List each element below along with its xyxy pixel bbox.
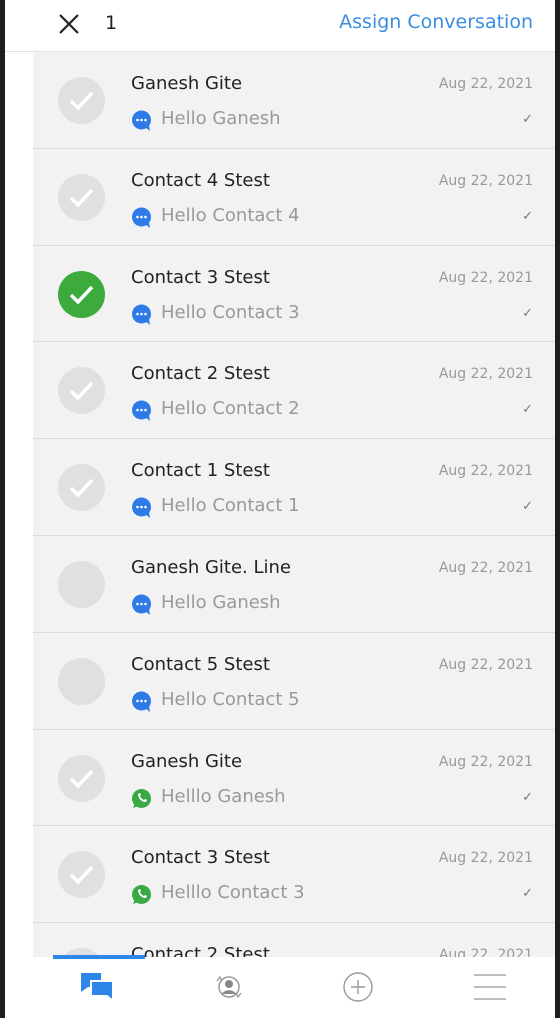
select-checkbox[interactable] [58,464,105,512]
contact-name: Contact 3 Stest [131,847,270,869]
read-tick-icon: ✓ [522,789,533,805]
select-checkbox[interactable] [58,77,105,124]
webchat-icon [132,304,151,325]
conversation-row[interactable]: Contact 5 Stest Aug 22, 2021 Hello Conta… [33,633,555,730]
read-tick-icon: ✓ [522,886,533,902]
contact-name: Ganesh Gite [131,73,243,94]
active-tab-indicator [53,955,145,959]
menu-icon[interactable] [473,971,507,1003]
message-preview: Hello Contact 3 [161,301,300,323]
webchat-icon [132,594,151,615]
conversation-row[interactable]: Ganesh Gite Aug 22, 2021 Hello Ganesh ✓ [33,52,555,149]
contact-name: Ganesh Gite. Line [131,556,292,578]
conversation-list[interactable]: Ganesh Gite Aug 22, 2021 Hello Ganesh ✓ … [33,52,555,957]
webchat-icon [132,400,151,422]
webchat-icon [132,691,151,712]
conversation-row[interactable]: Contact 2 Stest Aug 22, 2021 Hello Conta… [33,342,555,440]
read-tick-icon: ✓ [522,208,533,224]
close-icon[interactable] [57,12,81,36]
check-icon [69,769,94,789]
conversation-date: Aug 22, 2021 [438,947,533,957]
select-checkbox[interactable] [58,173,105,221]
contact-name: Contact 1 Stest [131,460,270,482]
conversation-row[interactable]: Ganesh Gite Aug 22, 2021 Helllo Ganesh ✓ [33,730,555,827]
selected-count: 1 [105,12,118,34]
message-preview: Helllo Ganesh [161,785,286,807]
app: 1 Assign Conversation Ganesh Gite Aug 22… [5,0,555,1018]
webchat-icon [132,497,151,519]
read-tick-icon: ✓ [522,305,533,321]
message-preview: Hello Contact 5 [161,688,300,710]
conversation-row[interactable]: Contact 1 Stest Aug 22, 2021 Hello Conta… [33,439,555,536]
conversation-date: Aug 22, 2021 [438,172,533,189]
message-preview: Hello Ganesh [161,591,281,613]
contact-name: Contact 2 Stest [131,944,270,957]
conversation-row[interactable]: Contact 3 Stest Aug 22, 2021 Hello Conta… [33,246,555,343]
read-tick-icon: ✓ [522,499,533,515]
contact-name: Contact 5 Stest [131,653,270,675]
check-icon [69,285,94,305]
check-icon [69,91,94,111]
whatsapp-icon [132,788,151,808]
conversation-date: Aug 22, 2021 [438,753,533,770]
check-icon [69,188,94,208]
select-checkbox[interactable] [58,270,105,318]
conversations-icon[interactable] [79,971,115,1003]
webchat-icon [132,207,151,228]
conversation-date: Aug 22, 2021 [438,76,533,92]
conversation-date: Aug 22, 2021 [438,850,533,867]
bottom-nav [5,955,555,1018]
select-checkbox[interactable] [58,754,105,802]
select-checkbox[interactable] [58,560,105,608]
add-circle-icon[interactable] [342,971,374,1003]
select-checkbox[interactable] [58,851,105,899]
assign-conversation-button[interactable]: Assign Conversation [339,11,533,33]
check-icon [69,866,94,885]
conversation-row[interactable]: Contact 3 Stest Aug 22, 2021 Helllo Cont… [33,826,555,924]
message-preview: Helllo Contact 3 [161,882,305,904]
contact-name: Contact 2 Stest [131,363,270,385]
conversation-row[interactable]: Contact 2 Stest Aug 22, 2021 [33,923,555,957]
read-tick-icon: ✓ [522,402,533,418]
message-preview: Hello Contact 4 [161,204,300,226]
conversation-date: Aug 22, 2021 [438,559,533,576]
conversation-row[interactable]: Contact 4 Stest Aug 22, 2021 Hello Conta… [33,149,555,246]
select-checkbox[interactable] [58,367,105,415]
select-checkbox[interactable] [58,657,105,705]
conversation-date: Aug 22, 2021 [438,366,533,383]
read-tick-icon: ✓ [522,112,533,127]
message-preview: Hello Ganesh [161,108,281,129]
check-icon [69,478,94,498]
webchat-icon [132,110,151,131]
conversation-date: Aug 22, 2021 [438,463,533,480]
conversation-row[interactable]: Ganesh Gite. Line Aug 22, 2021 Hello Gan… [33,536,555,633]
conversation-date: Aug 22, 2021 [438,656,533,673]
message-preview: Hello Contact 1 [161,495,300,517]
whatsapp-icon [132,885,151,905]
check-icon [69,382,94,401]
contact-name: Contact 4 Stest [131,169,270,191]
message-preview: Hello Contact 2 [161,398,300,420]
selection-header: 1 Assign Conversation [5,0,555,52]
conversation-date: Aug 22, 2021 [438,269,533,286]
contact-sync-icon[interactable] [213,971,245,1003]
contact-name: Contact 3 Stest [131,266,270,288]
contact-name: Ganesh Gite [131,750,243,772]
